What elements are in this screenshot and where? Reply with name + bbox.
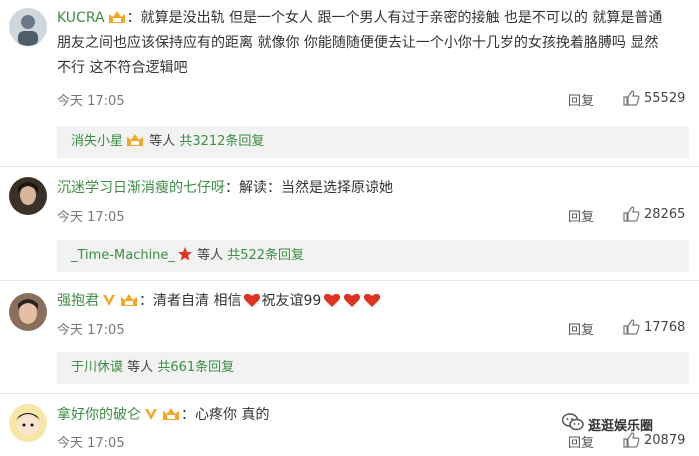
comment-body: 朋友之间也应该保持应有的距离 就像你 你能随随便便去让一个小你十几岁的女孩挽着胳… xyxy=(57,35,659,51)
reply-count-link[interactable]: 共661条回复 xyxy=(157,360,234,375)
like-count: 17768 xyxy=(644,319,686,335)
like-count: 55529 xyxy=(644,90,686,106)
reply-count-link[interactable]: 共3212条回复 xyxy=(179,134,264,149)
like-button[interactable]: 17768 xyxy=(622,318,685,336)
username-link[interactable]: 沉迷学习日渐消瘦的七仔呀 xyxy=(57,180,225,196)
reply-others-label: 等人 xyxy=(127,360,154,375)
reply-button[interactable]: 回复 xyxy=(568,319,594,338)
username-link[interactable]: 拿好你的破仑 xyxy=(57,407,141,423)
comment-time: 今天 17:05 xyxy=(57,436,125,451)
comment-body: ：就算是没出轨 但是一个女人 跟一个男人有过于亲密的接触 也是不可以的 就算是普… xyxy=(126,10,663,26)
reply-others-label: 等人 xyxy=(197,248,224,263)
replies-summary[interactable]: _Time-Machine_ 等人 共522条回复 xyxy=(57,240,689,272)
comment-body: ：解读：当然是选择原谅她 xyxy=(225,180,393,196)
comment-time: 今天 17:05 xyxy=(57,323,125,338)
user-avatar[interactable] xyxy=(9,404,47,442)
comment-text-line: 沉迷学习日渐消瘦的七仔呀：解读：当然是选择原谅她 xyxy=(57,176,393,201)
reply-button[interactable]: 回复 xyxy=(568,206,594,225)
fan-badge-icon xyxy=(161,406,181,431)
replies-summary[interactable]: 于川休谟 等人 共661条回复 xyxy=(57,352,689,384)
like-button[interactable]: 55529 xyxy=(622,89,685,107)
user-avatar[interactable] xyxy=(9,8,47,46)
comment-body: ：清者自清 相信 xyxy=(139,293,242,309)
replies-summary[interactable]: 消失小星 等人 共3212条回复 xyxy=(57,126,689,158)
heart-icon xyxy=(323,292,341,317)
comment-body: 祝友谊99 xyxy=(261,293,322,309)
user-avatar[interactable] xyxy=(9,177,47,215)
thumbs-up-icon xyxy=(622,318,640,336)
fan-badge-icon xyxy=(119,292,139,317)
heart-icon xyxy=(363,292,381,317)
reply-count-link[interactable]: 共522条回复 xyxy=(227,248,304,263)
comment-time: 今天 17:05 xyxy=(57,94,125,109)
username-link[interactable]: 强抱君 xyxy=(57,293,99,309)
reply-username[interactable]: 消失小星 xyxy=(71,134,123,149)
comment-body: ：心疼你 真的 xyxy=(181,407,270,423)
wechat-watermark: 逛逛娱乐圈 xyxy=(561,413,654,435)
divider xyxy=(0,393,699,394)
comment-text-line: 强抱君 ：清者自清 相信 祝友谊99 xyxy=(57,289,381,317)
thumbs-up-icon xyxy=(622,205,640,223)
fan-badge-icon xyxy=(125,129,145,161)
wechat-icon xyxy=(561,413,584,435)
reply-username[interactable]: 于川休谟 xyxy=(71,360,123,375)
reply-username[interactable]: _Time-Machine_ xyxy=(71,248,175,263)
verified-v-icon xyxy=(143,406,159,431)
like-count: 28265 xyxy=(644,206,686,222)
star-icon xyxy=(177,243,193,275)
user-avatar[interactable] xyxy=(9,293,47,331)
verified-v-icon xyxy=(101,292,117,317)
comment-text-line: 拿好你的破仑 ：心疼你 真的 xyxy=(57,403,269,431)
divider xyxy=(0,280,699,281)
comment-text-line: KUCRA ：就算是没出轨 但是一个女人 跟一个男人有过于亲密的接触 也是不可以的… xyxy=(57,6,662,34)
divider xyxy=(0,166,699,167)
like-button[interactable]: 28265 xyxy=(622,205,685,223)
comment-body: 不行 这不符合逻辑吧 xyxy=(57,60,188,76)
thumbs-up-icon xyxy=(622,89,640,107)
username-link[interactable]: KUCRA xyxy=(57,10,105,26)
heart-icon xyxy=(343,292,361,317)
reply-button[interactable]: 回复 xyxy=(568,90,594,109)
reply-others-label: 等人 xyxy=(149,134,176,149)
comment-time: 今天 17:05 xyxy=(57,210,125,225)
watermark-text: 逛逛娱乐圈 xyxy=(588,418,654,434)
heart-icon xyxy=(243,292,261,317)
